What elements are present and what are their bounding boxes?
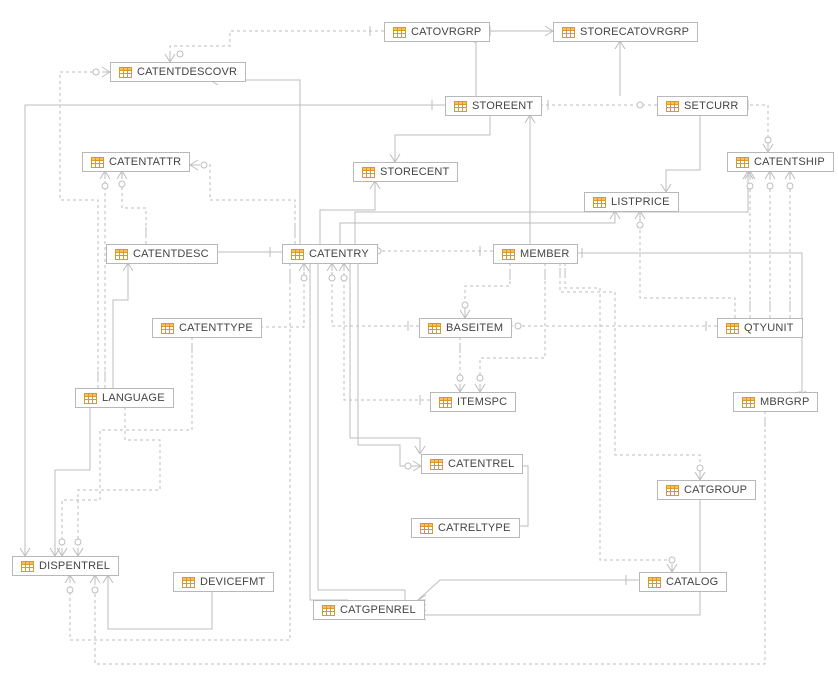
entity-language[interactable]: LANGUAGE	[75, 388, 174, 408]
table-icon	[742, 397, 755, 408]
entity-catalog[interactable]: CATALOG	[639, 572, 727, 592]
table-icon	[84, 393, 97, 404]
entity-label: LISTPRICE	[611, 196, 670, 208]
table-icon	[428, 323, 441, 334]
table-icon	[21, 561, 34, 572]
entity-label: CATENTSHIP	[754, 156, 825, 168]
table-icon	[593, 197, 606, 208]
entity-label: CATENTRY	[309, 248, 369, 260]
entity-listprice[interactable]: LISTPRICE	[584, 192, 679, 212]
entity-catenttype[interactable]: CATENTTYPE	[152, 318, 262, 338]
entity-label: CATGPENREL	[340, 604, 416, 616]
table-icon	[439, 397, 452, 408]
entity-setcurr[interactable]: SETCURR	[657, 96, 748, 116]
entity-label: DEVICEFMT	[200, 576, 265, 588]
table-icon	[648, 577, 661, 588]
entity-catgpenrel[interactable]: CATGPENREL	[313, 600, 425, 620]
entity-storecent[interactable]: STORECENT	[353, 162, 458, 182]
entity-baseitem[interactable]: BASEITEM	[419, 318, 512, 338]
entity-dispentrel[interactable]: DISPENTREL	[12, 556, 119, 576]
entity-qtyunit[interactable]: QTYUNIT	[717, 318, 803, 338]
table-icon	[291, 249, 304, 260]
table-icon	[393, 27, 406, 38]
entity-label: MBRGRP	[760, 396, 809, 408]
entity-label: SETCURR	[684, 100, 739, 112]
entity-catreltype[interactable]: CATRELTYPE	[411, 518, 520, 538]
entity-storeent[interactable]: STOREENT	[445, 96, 542, 116]
entity-storecatovrgrp[interactable]: STORECATOVRGRP	[553, 22, 698, 42]
entity-label: CATENTREL	[448, 458, 514, 470]
entity-label: LANGUAGE	[102, 392, 165, 404]
table-icon	[119, 67, 132, 78]
table-icon	[666, 101, 679, 112]
entity-member[interactable]: MEMBER	[493, 244, 578, 264]
table-icon	[362, 167, 375, 178]
table-icon	[182, 577, 195, 588]
entity-mbrgrp[interactable]: MBRGRP	[733, 392, 818, 412]
entity-devicefmt[interactable]: DEVICEFMT	[173, 572, 274, 592]
entity-catovrgrp[interactable]: CATOVRGRP	[384, 22, 490, 42]
table-icon	[502, 249, 515, 260]
table-icon	[420, 523, 433, 534]
entity-itemspc[interactable]: ITEMSPC	[430, 392, 516, 412]
entity-label: CATENTDESCOVR	[137, 66, 237, 78]
er-diagram: CATOVRGRP STORECATOVRGRP CATENTDESCOVR S…	[0, 0, 838, 681]
entity-catentrel[interactable]: CATENTREL	[421, 454, 523, 474]
entity-catentdesc[interactable]: CATENTDESC	[106, 244, 218, 264]
entity-catentship[interactable]: CATENTSHIP	[727, 152, 834, 172]
entity-label: CATRELTYPE	[438, 522, 511, 534]
entity-label: CATGROUP	[684, 484, 747, 496]
table-icon	[454, 101, 467, 112]
table-icon	[430, 459, 443, 470]
table-icon	[666, 485, 679, 496]
table-icon	[562, 27, 575, 38]
table-icon	[736, 157, 749, 168]
entity-label: CATENTDESC	[133, 248, 209, 260]
entity-label: MEMBER	[520, 248, 569, 260]
entity-label: CATENTTYPE	[179, 322, 253, 334]
entity-catentdescovr[interactable]: CATENTDESCOVR	[110, 62, 246, 82]
entity-label: CATOVRGRP	[411, 26, 481, 38]
entity-label: DISPENTREL	[39, 560, 110, 572]
entity-catentry[interactable]: CATENTRY	[282, 244, 378, 264]
entity-catentattr[interactable]: CATENTATTR	[82, 152, 190, 172]
entity-label: STORECENT	[380, 166, 449, 178]
entity-label: ITEMSPC	[457, 396, 507, 408]
entity-label: BASEITEM	[446, 322, 503, 334]
entity-catgroup[interactable]: CATGROUP	[657, 480, 756, 500]
entity-label: CATENTATTR	[109, 156, 181, 168]
table-icon	[161, 323, 174, 334]
entity-label: QTYUNIT	[744, 322, 794, 334]
table-icon	[322, 605, 335, 616]
table-icon	[726, 323, 739, 334]
table-icon	[115, 249, 128, 260]
table-icon	[91, 157, 104, 168]
entity-label: STORECATOVRGRP	[580, 26, 689, 38]
entity-label: CATALOG	[666, 576, 718, 588]
entity-label: STOREENT	[472, 100, 533, 112]
